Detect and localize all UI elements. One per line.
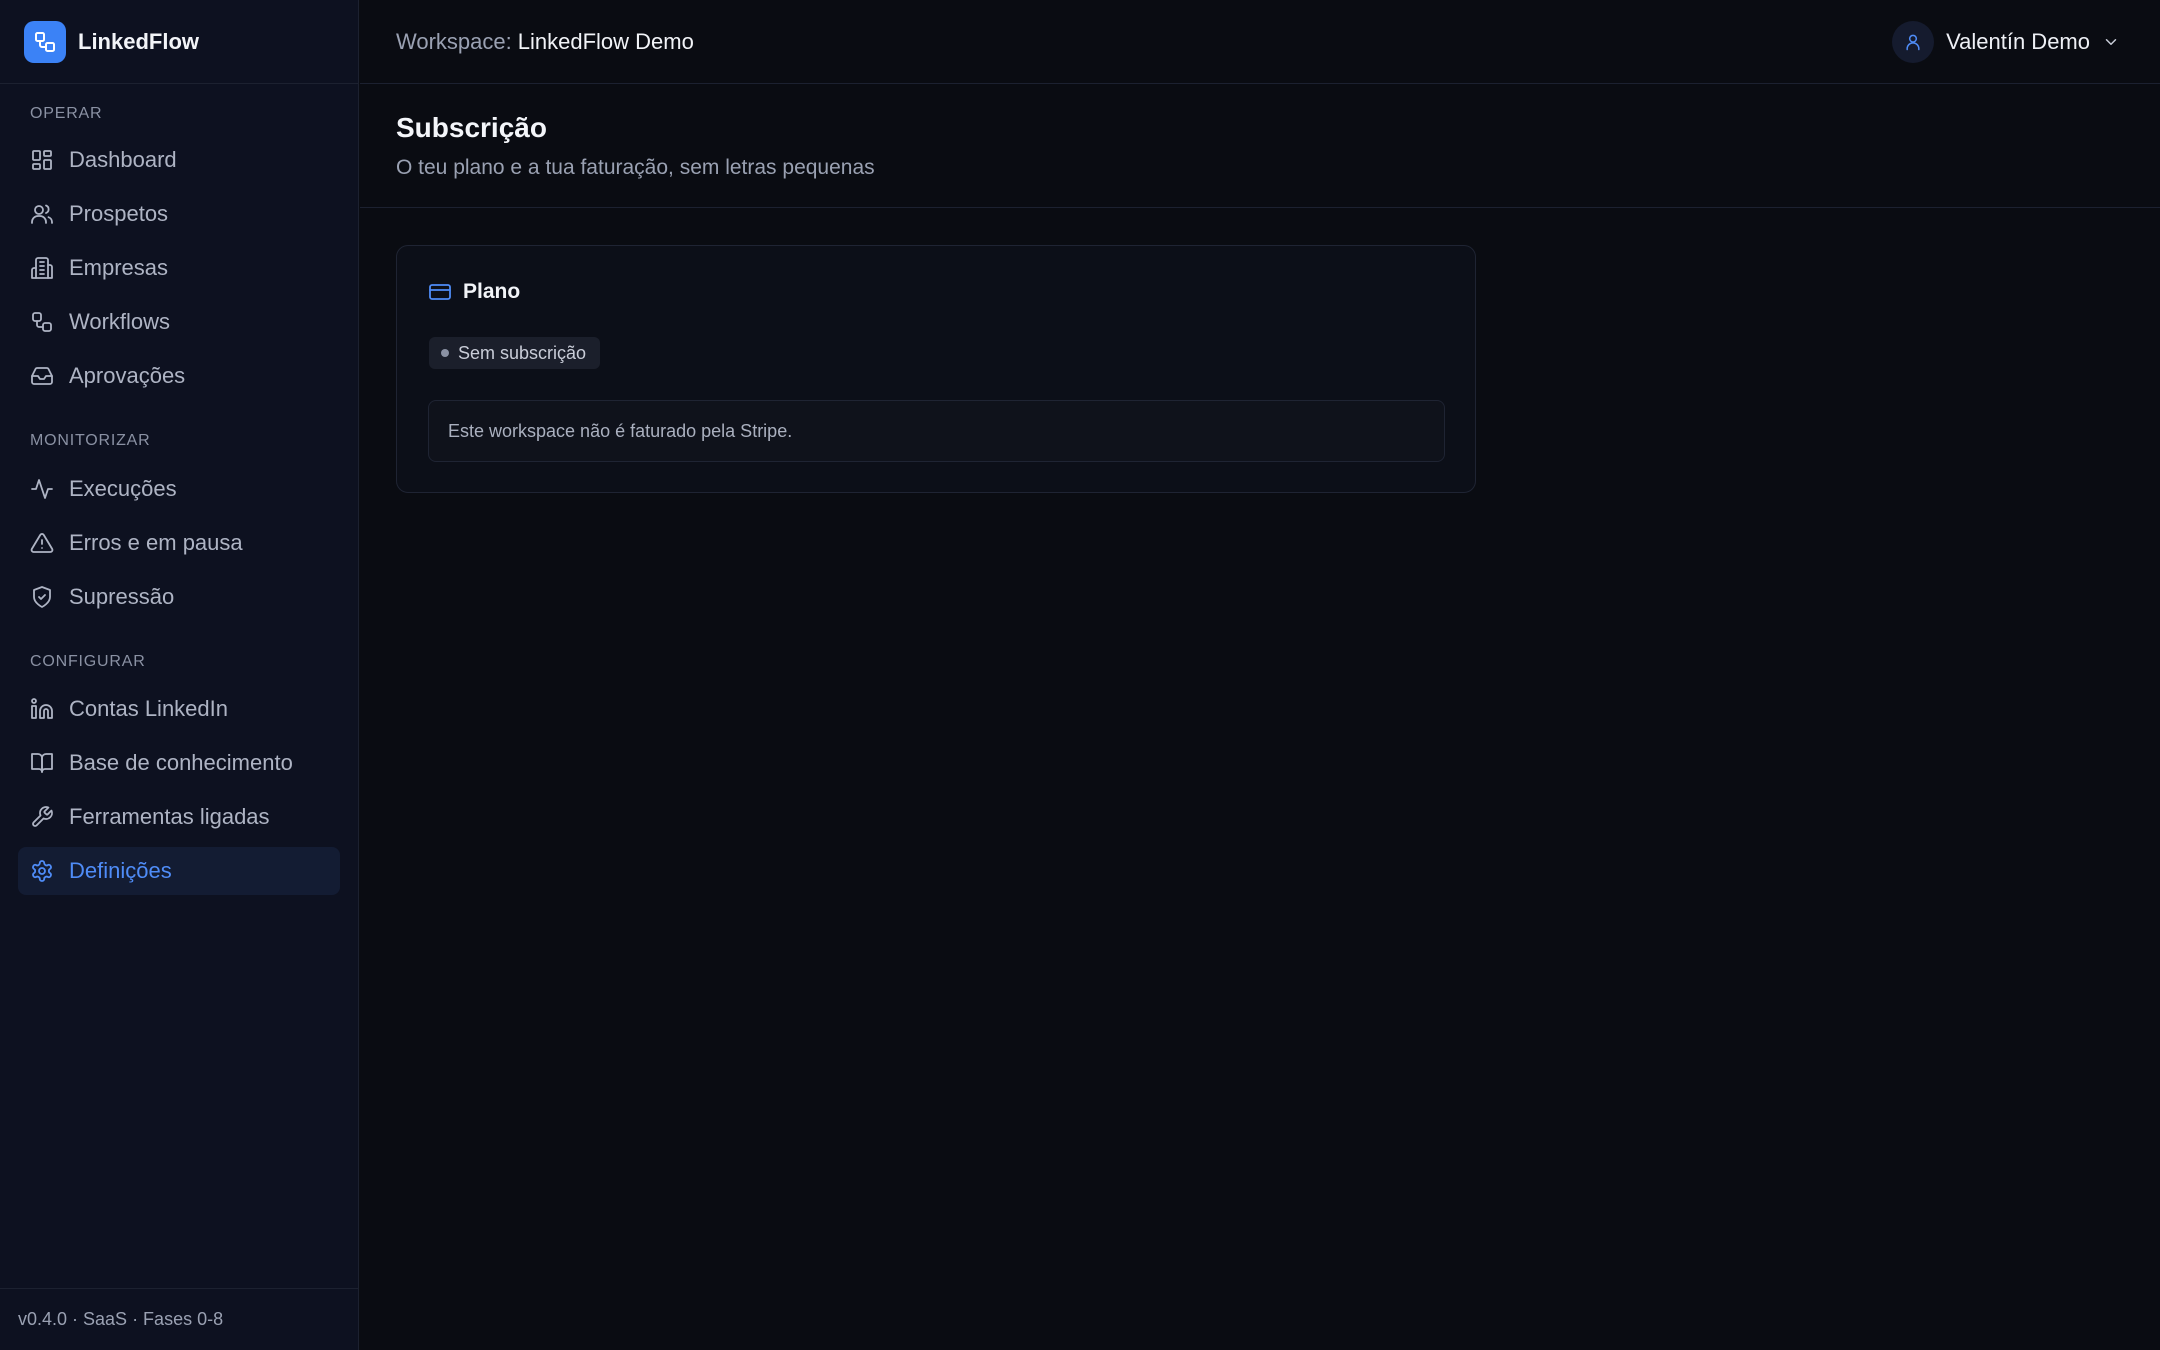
status-badge: Sem subscrição <box>429 337 601 369</box>
nav-section-operar: OPERAR <box>30 105 103 122</box>
sidebar-item-aprovacoes[interactable]: Aprovações <box>18 352 340 400</box>
page-header: Subscrição O teu plano e a tua faturação… <box>360 85 2160 208</box>
user-menu[interactable]: Valentín Demo <box>1892 21 2120 63</box>
plan-card-title: Plano <box>463 280 521 303</box>
shield-check-icon <box>30 585 54 609</box>
users-icon <box>30 202 54 226</box>
building-icon <box>30 256 54 280</box>
workspace-label: Workspace: <box>396 28 512 54</box>
app-name: LinkedFlow <box>78 28 199 54</box>
sidebar-item-supressao[interactable]: Supressão <box>18 573 340 621</box>
sidebar-item-label: Aprovações <box>69 363 186 388</box>
gear-icon <box>30 859 54 883</box>
credit-card-icon <box>428 280 452 304</box>
sidebar-item-contas-linkedin[interactable]: Contas LinkedIn <box>18 685 340 733</box>
sidebar-item-workflows[interactable]: Workflows <box>18 298 340 346</box>
brand[interactable]: LinkedFlow <box>0 0 359 84</box>
dashboard-icon <box>30 148 54 172</box>
user-icon <box>1906 34 1920 51</box>
sidebar-item-ferramentas-ligadas[interactable]: Ferramentas ligadas <box>18 793 340 841</box>
sidebar-item-definicoes[interactable]: Definições <box>18 847 340 895</box>
sidebar-item-label: Definições <box>69 858 172 883</box>
version-footer: v0.4.0 · SaaS · Fases 0-8 <box>0 1288 359 1350</box>
avatar <box>1892 21 1935 63</box>
plan-card-header: Plano <box>428 280 520 304</box>
inbox-icon <box>30 364 54 388</box>
page-subtitle: O teu plano e a tua faturação, sem letra… <box>396 156 875 179</box>
sidebar-item-label: Prospetos <box>69 201 169 226</box>
linkedin-icon <box>30 697 54 721</box>
sidebar-item-label: Ferramentas ligadas <box>69 804 270 829</box>
sidebar-item-label: Supressão <box>69 584 175 609</box>
user-name: Valentín Demo <box>1946 29 2090 54</box>
billing-notice: Este workspace não é faturado pela Strip… <box>428 400 1445 462</box>
sidebar-item-label: Base de conhecimento <box>69 750 293 775</box>
sidebar-item-execucoes[interactable]: Execuções <box>18 465 340 513</box>
sidebar-item-erros-e-em-pausa[interactable]: Erros e em pausa <box>18 519 340 567</box>
sidebar-item-label: Execuções <box>69 476 177 501</box>
plan-card: Plano Sem subscrição Este workspace não … <box>396 245 1476 493</box>
sidebar-item-empresas[interactable]: Empresas <box>18 244 340 292</box>
nav-section-configurar: CONFIGURAR <box>30 653 146 670</box>
alert-triangle-icon <box>30 531 54 555</box>
page-title: Subscrição <box>396 112 547 143</box>
app-logo-icon <box>24 20 66 63</box>
workflow-icon <box>30 310 54 334</box>
nav-section-monitorizar: MONITORIZAR <box>30 432 151 449</box>
sidebar-item-label: Contas LinkedIn <box>69 696 228 721</box>
sidebar-item-label: Empresas <box>69 255 169 280</box>
book-icon <box>30 751 54 775</box>
sidebar-item-base-de-conhecimento[interactable]: Base de conhecimento <box>18 739 340 787</box>
wrench-icon <box>30 805 54 829</box>
sidebar-item-label: Dashboard <box>69 147 177 172</box>
sidebar-item-dashboard[interactable]: Dashboard <box>18 136 340 184</box>
chevron-down-icon <box>2102 33 2120 51</box>
activity-icon <box>30 477 54 501</box>
sidebar-item-prospetos[interactable]: Prospetos <box>18 190 340 238</box>
status-badge-label: Sem subscrição <box>458 342 587 363</box>
topbar: Workspace: LinkedFlow Demo Valentín Demo <box>360 0 2160 84</box>
status-dot-icon <box>441 349 449 357</box>
workspace-name[interactable]: LinkedFlow Demo <box>518 29 694 55</box>
sidebar: LinkedFlow OPERAR Dashboard Prospetos Em… <box>0 0 359 1350</box>
sidebar-item-label: Workflows <box>69 309 171 334</box>
sidebar-item-label: Erros e em pausa <box>69 530 243 555</box>
